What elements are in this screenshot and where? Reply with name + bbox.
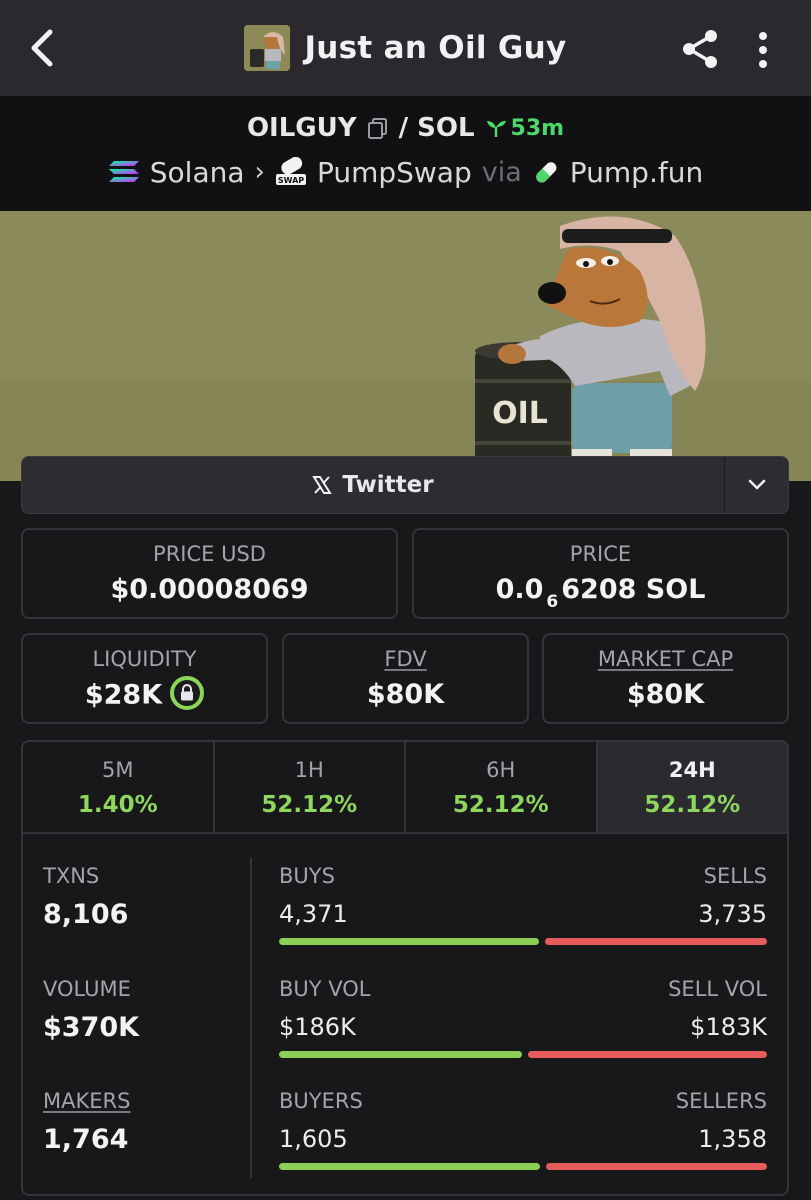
- price-change: 1.40%: [77, 792, 158, 818]
- solana-icon: [108, 161, 139, 182]
- tab-label: 24H: [668, 758, 716, 782]
- sellers-label: SELLERS: [675, 1089, 767, 1113]
- market-cap-label[interactable]: MARKET CAP: [598, 647, 733, 671]
- sellers-value: 1,358: [698, 1125, 767, 1153]
- sells-label: SELLS: [703, 864, 767, 888]
- buy-vol-bar: [279, 1051, 522, 1058]
- app-bar: Just an Oil Guy: [0, 0, 811, 96]
- tab-label: 1H: [294, 758, 324, 782]
- txns-value: 8,106: [43, 899, 129, 930]
- chain-name[interactable]: Solana: [150, 156, 245, 189]
- page-title: Just an Oil Guy: [304, 30, 567, 66]
- twitter-link-button[interactable]: Twitter: [21, 456, 789, 514]
- price-change: 52.12%: [452, 792, 549, 818]
- dex-name[interactable]: PumpSwap: [317, 156, 472, 189]
- tab-24h[interactable]: 24H 52.12%: [597, 742, 787, 832]
- buys-bar: [279, 938, 539, 945]
- liquidity-label: LIQUIDITY: [92, 647, 197, 671]
- sellers-bar: [546, 1163, 767, 1170]
- market-cap-value: $80K: [626, 679, 705, 710]
- fdv-card[interactable]: FDV $80K: [282, 633, 529, 724]
- lock-icon[interactable]: [170, 676, 205, 710]
- pair-age-text: 53m: [510, 115, 565, 141]
- base-symbol: OILGUY: [246, 113, 357, 143]
- volume-label: VOLUME: [43, 977, 131, 1001]
- sprout-icon: [486, 120, 506, 137]
- price-usd-value: $0.00008069: [110, 574, 309, 605]
- tab-label: 6H: [486, 758, 516, 782]
- timeframe-tabs: 5M 1.40% 1H 52.12% 6H 52.12% 24H 52.12%: [23, 742, 787, 834]
- tab-5m[interactable]: 5M 1.40%: [23, 742, 215, 832]
- liquidity-value-wrap: $28K: [23, 676, 266, 713]
- launchpad-name[interactable]: Pump.fun: [570, 156, 703, 189]
- buy-vol-value: $186K: [279, 1013, 356, 1041]
- liquidity-value: $28K: [84, 679, 163, 711]
- divider: [250, 858, 252, 1178]
- chevron-right-icon: ›: [254, 157, 265, 187]
- price-native-prefix: 0.0: [495, 574, 544, 605]
- sell-vol-bar: [528, 1051, 767, 1058]
- chevron-down-icon: [748, 479, 766, 490]
- buyers-label: BUYERS: [279, 1089, 363, 1113]
- quote-symbol: / SOL: [398, 113, 475, 143]
- price-usd-card: PRICE USD $0.00008069: [21, 528, 398, 619]
- token-banner-image: OIL: [0, 211, 811, 481]
- makers-label[interactable]: MAKERS: [43, 1089, 130, 1113]
- price-native-subscript: 6: [546, 592, 559, 612]
- fdv-value: $80K: [366, 679, 445, 710]
- price-native-label: PRICE: [569, 542, 632, 566]
- pair-header: OILGUY / SOL 53m Solana › SWAP PumpSwap …: [0, 96, 811, 211]
- route: Solana › SWAP PumpSwap via Pump.fun: [0, 152, 811, 192]
- price-change: 52.12%: [261, 792, 358, 818]
- tab-1h[interactable]: 1H 52.12%: [215, 742, 406, 832]
- tab-6h[interactable]: 6H 52.12%: [406, 742, 598, 832]
- sells-bar: [545, 938, 767, 945]
- txns-label: TXNS: [43, 864, 100, 888]
- sell-vol-label: SELL VOL: [668, 977, 767, 1001]
- links-dropdown-button[interactable]: [725, 457, 789, 513]
- twitter-button-main[interactable]: Twitter: [22, 457, 724, 513]
- fdv-label[interactable]: FDV: [384, 647, 426, 671]
- via-label: via: [481, 156, 522, 188]
- copy-icon[interactable]: [367, 117, 389, 139]
- pumpswap-icon: SWAP: [275, 157, 306, 185]
- makers-value: 1,764: [43, 1124, 129, 1155]
- token-avatar: [244, 25, 291, 71]
- barrel-label: OIL: [492, 396, 548, 431]
- price-native-card: PRICE 0.0 6 6208 SOL: [412, 528, 789, 619]
- kebab-menu-icon[interactable]: [752, 30, 774, 70]
- volume-value: $370K: [43, 1012, 140, 1043]
- timeframe-stats-panel: 5M 1.40% 1H 52.12% 6H 52.12% 24H 52.12% …: [21, 740, 789, 1196]
- buy-vol-label: BUY VOL: [279, 977, 371, 1001]
- x-logo-icon: [312, 476, 333, 494]
- market-cap-card[interactable]: MARKET CAP $80K: [542, 633, 789, 724]
- price-native-rest: 6208 SOL: [561, 574, 706, 605]
- pair-age: 53m: [485, 115, 565, 141]
- price-native-value: 0.0 6 6208 SOL: [414, 574, 787, 612]
- tab-label: 5M: [102, 758, 134, 782]
- sell-vol-value: $183K: [690, 1013, 767, 1041]
- price-usd-label: PRICE USD: [153, 542, 266, 566]
- svg-text:SWAP: SWAP: [278, 176, 304, 185]
- trade-stats: TXNS 8,106 VOLUME $370K MAKERS 1,764 BUY…: [23, 834, 787, 1194]
- buys-value: 4,371: [279, 900, 348, 928]
- sells-value: 3,735: [698, 900, 767, 928]
- liquidity-card: LIQUIDITY $28K: [21, 633, 268, 724]
- twitter-label: Twitter: [342, 472, 434, 498]
- price-change: 52.12%: [644, 792, 741, 818]
- buyers-bar: [279, 1163, 540, 1170]
- buyers-value: 1,605: [279, 1125, 348, 1153]
- pair-line: OILGUY / SOL 53m: [0, 110, 811, 146]
- share-icon[interactable]: [680, 28, 720, 70]
- pill-icon: [536, 162, 557, 183]
- buys-label: BUYS: [279, 864, 335, 888]
